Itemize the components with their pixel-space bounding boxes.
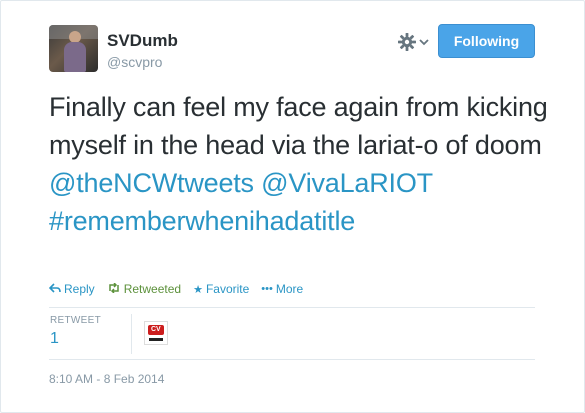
reply-icon [48, 282, 61, 296]
more-action[interactable]: ••• More [261, 282, 303, 296]
favorite-action[interactable]: ★ Favorite [193, 282, 249, 296]
retweet-stat-count[interactable]: 1 [50, 330, 59, 348]
favorite-label: Favorite [205, 282, 250, 296]
retweet-label: Retweeted [123, 282, 182, 296]
mention-link[interactable]: @VivaLaRIOT [261, 168, 432, 198]
retweet-icon [107, 281, 121, 296]
tweet-body: Finally can feel my face again from kick… [49, 92, 548, 160]
retweeter-avatar[interactable]: CV [144, 321, 168, 345]
reply-label: Reply [64, 282, 95, 296]
display-name[interactable]: SVDumb [107, 31, 178, 51]
mention-link[interactable]: @theNCWtweets [49, 168, 254, 198]
user-actions-dropdown[interactable] [397, 29, 435, 55]
tweet-actions: Reply Retweeted ★ Favorite ••• More [48, 280, 315, 298]
more-dots-icon: ••• [261, 283, 273, 295]
retweet-stat-label: RETWEET [50, 315, 101, 326]
reply-action[interactable]: Reply [48, 282, 95, 296]
more-label: More [275, 282, 304, 296]
divider [49, 307, 535, 308]
gear-icon [397, 32, 417, 52]
avatar-body [64, 42, 86, 72]
tweet-text: Finally can feel my face again from kick… [49, 88, 549, 240]
screen-name[interactable]: @scvpro [107, 54, 162, 70]
logo-bar [149, 338, 163, 341]
divider [49, 359, 535, 360]
following-button[interactable]: Following [438, 24, 535, 58]
logo-mark: CV [151, 326, 161, 333]
stats-separator [131, 314, 132, 354]
tweet-card: SVDumb @scvpro Following Finally can fee… [0, 0, 585, 413]
hashtag-link[interactable]: #rememberwhenihadatitle [49, 206, 355, 236]
chevron-down-icon [419, 38, 429, 46]
star-icon: ★ [193, 283, 203, 296]
tweet-timestamp[interactable]: 8:10 AM - 8 Feb 2014 [49, 372, 164, 386]
retweet-action[interactable]: Retweeted [107, 281, 182, 296]
avatar[interactable] [49, 25, 98, 72]
